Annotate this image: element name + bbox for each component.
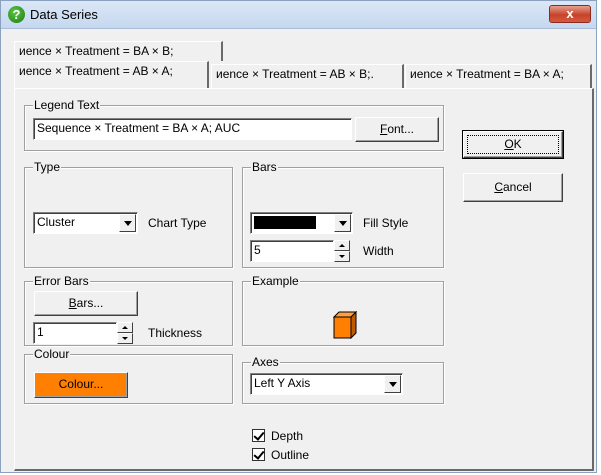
tab-label: иence × Treatment = AB × B;.: [216, 67, 374, 81]
tab-label: иence × Treatment = AB × A;: [19, 64, 173, 78]
spin-down-icon[interactable]: [334, 251, 350, 262]
colour-button[interactable]: Colour...: [34, 372, 128, 398]
tab-sequence-ba-a[interactable]: иence × Treatment = BA × A;: [405, 64, 592, 88]
spin-up-icon[interactable]: [117, 322, 133, 333]
font-button[interactable]: Font...: [355, 117, 439, 142]
cancel-label: ancel: [502, 180, 532, 194]
width-spinner[interactable]: [334, 240, 350, 262]
thickness-spinner[interactable]: [117, 322, 133, 344]
fill-style-swatch: [254, 216, 316, 229]
axes-value: Left Y Axis: [254, 376, 311, 390]
spin-up-icon[interactable]: [334, 240, 350, 251]
fill-style-caption: Fill Style: [363, 216, 409, 230]
colour-label: Colour: [33, 347, 71, 361]
depth-label: Depth: [271, 429, 304, 443]
cancel-button[interactable]: Cancel: [463, 173, 563, 202]
axes-label: Axes: [251, 355, 280, 369]
cancel-mnemonic: C: [494, 180, 503, 194]
axes-select[interactable]: Left Y Axis: [250, 373, 403, 395]
width-value: 5: [254, 243, 261, 257]
thickness-value: 1: [37, 325, 44, 339]
ok-button[interactable]: OK: [462, 130, 564, 159]
tab-sequence-ba-b[interactable]: иence × Treatment = BA × B;: [14, 41, 223, 61]
example-label: Example: [251, 274, 300, 288]
font-button-label: ont...: [387, 122, 415, 136]
title-bar: ? Data Series x: [1, 1, 596, 29]
width-caption: Width: [363, 244, 394, 258]
tab-label: иence × Treatment = BA × B;: [19, 44, 174, 58]
legend-text-label: Legend Text: [33, 98, 101, 112]
data-series-dialog: ? Data Series x иence × Treatment = BA ×…: [0, 0, 597, 473]
focus-rect: [467, 135, 559, 154]
tab-sequence-ab-a[interactable]: иence × Treatment = AB × A;: [14, 61, 209, 88]
depth-checkbox[interactable]: [252, 429, 265, 442]
fill-style-select[interactable]: [250, 212, 353, 234]
bars-label: Bars: [251, 160, 278, 174]
error-bars-label: Error Bars: [33, 274, 90, 288]
thickness-caption: Thickness: [148, 326, 203, 340]
colour-button-label: Colour...: [58, 377, 104, 391]
window-title: Data Series: [30, 7, 98, 22]
example-bar-preview: [333, 311, 357, 339]
thickness-input[interactable]: 1: [33, 322, 133, 344]
spin-down-icon[interactable]: [117, 333, 133, 344]
bars-button-label: ars...: [76, 296, 104, 310]
chart-type-select[interactable]: Cluster: [33, 212, 138, 234]
chart-type-value: Cluster: [37, 215, 76, 229]
error-bars-button[interactable]: Bars...: [34, 291, 138, 316]
help-icon: ?: [8, 6, 25, 23]
chevron-down-icon[interactable]: [384, 375, 401, 393]
tab-label: иence × Treatment = BA × A;: [410, 67, 564, 81]
tab-sequence-ab-b[interactable]: иence × Treatment = AB × B;.: [211, 64, 404, 88]
chevron-down-icon[interactable]: [334, 214, 351, 232]
outline-checkbox[interactable]: [252, 448, 265, 461]
legend-text-input[interactable]: Sequence × Treatment = BA × A; AUC: [33, 118, 352, 140]
outline-label: Outline: [271, 448, 310, 462]
chevron-down-icon[interactable]: [119, 214, 136, 232]
type-label: Type: [33, 160, 62, 174]
chart-type-caption: Chart Type: [148, 216, 207, 230]
close-button[interactable]: x: [549, 5, 591, 23]
bars-mnemonic: B: [68, 296, 77, 310]
width-input[interactable]: 5: [250, 240, 350, 262]
legend-text-value: Sequence × Treatment = BA × A; AUC: [37, 121, 241, 135]
